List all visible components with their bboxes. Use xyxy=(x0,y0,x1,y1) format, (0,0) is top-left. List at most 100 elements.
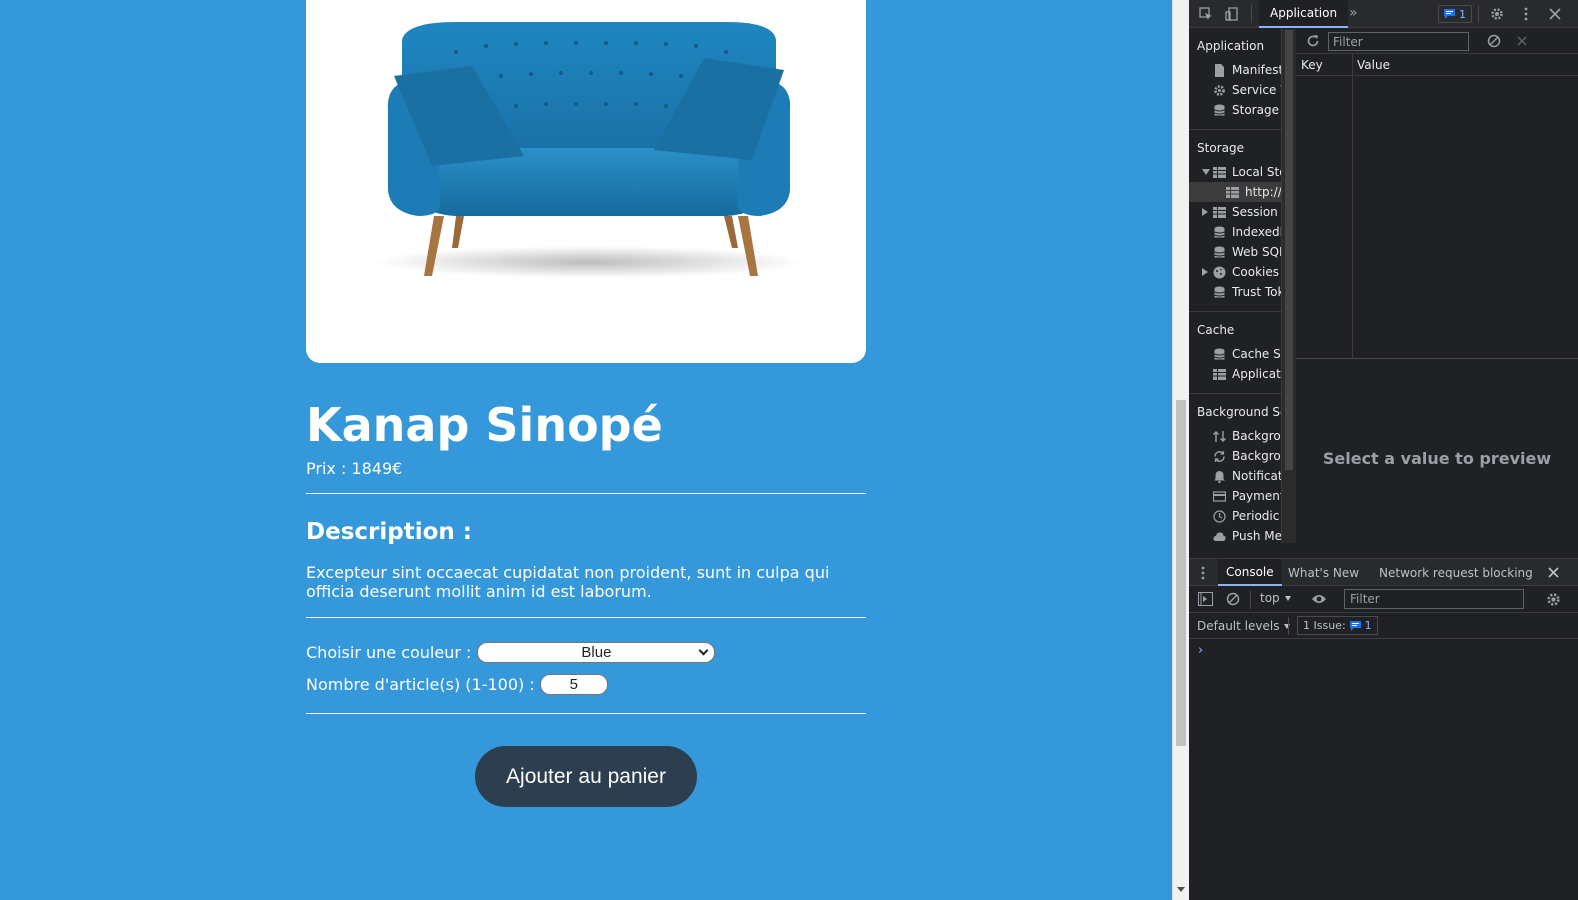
gear-icon[interactable] xyxy=(1546,592,1561,607)
sidebar-item-label: Background Sync xyxy=(1232,449,1281,463)
console-prompt[interactable]: › xyxy=(1198,643,1203,658)
filter-placeholder: Filter xyxy=(1350,592,1380,606)
console-filter-input[interactable]: Filter xyxy=(1344,589,1524,609)
database-icon xyxy=(1214,226,1225,237)
preview-placeholder: Select a value to preview xyxy=(1322,449,1552,468)
sidebar-item-label: Background Fetch xyxy=(1232,429,1281,443)
devtools-panel: Application » 1 Application Manifest Ser… xyxy=(1189,0,1578,900)
drawer-menu-icon[interactable] xyxy=(1201,566,1205,580)
color-select[interactable]: Blue xyxy=(477,642,716,663)
delete-selected-icon[interactable] xyxy=(1516,35,1528,47)
sidebar-item-local-storage[interactable]: Local Storage xyxy=(1213,162,1281,182)
description-text: Excepteur sint occaecat cupidatat non pr… xyxy=(306,563,830,601)
color-option-row: Choisir une couleur : Blue xyxy=(306,642,716,663)
sidebar-item-background-sync[interactable]: Background Sync xyxy=(1213,446,1281,466)
gear-icon[interactable] xyxy=(1490,7,1504,21)
sidebar-divider xyxy=(1189,129,1281,130)
sidebar-item-local-storage-origin[interactable]: http://127.0.0.1 xyxy=(1189,182,1281,202)
page-scrollbar[interactable] xyxy=(1172,0,1189,900)
clear-console-icon[interactable] xyxy=(1226,592,1240,606)
description-title: Description : xyxy=(306,519,472,545)
inspect-element-icon[interactable] xyxy=(1199,7,1213,21)
sidebar-item-cache-storage[interactable]: Cache Storage xyxy=(1213,344,1281,364)
sidebar-item-push-messaging[interactable]: Push Messaging xyxy=(1213,526,1282,543)
close-drawer-icon[interactable] xyxy=(1548,567,1559,578)
application-sidebar: Application Manifest Service Workers Sto… xyxy=(1189,29,1282,543)
tab-application[interactable]: Application xyxy=(1259,0,1349,28)
context-selector[interactable]: top xyxy=(1260,591,1291,605)
sidebar-item-indexeddb[interactable]: IndexedDB xyxy=(1213,222,1281,242)
issues-badge[interactable]: 1 xyxy=(1438,5,1472,23)
color-select-value: Blue xyxy=(581,644,612,661)
tab-whats-new[interactable]: What's New xyxy=(1288,559,1359,586)
sidebar-toggle-icon[interactable] xyxy=(1198,592,1213,606)
sidebar-item-label: Application Cache xyxy=(1232,367,1281,381)
sidebar-item-manifest[interactable]: Manifest xyxy=(1213,60,1281,80)
sidebar-item-application-cache[interactable]: Application Cache xyxy=(1213,364,1281,384)
collapse-arrow-icon[interactable] xyxy=(1202,208,1208,216)
more-tabs-icon[interactable]: » xyxy=(1349,5,1358,21)
tab-network-request-blocking[interactable]: Network request blocking xyxy=(1379,559,1533,586)
sidebar-item-label: Cache Storage xyxy=(1232,347,1281,361)
log-levels-dropdown[interactable]: Default levels xyxy=(1197,619,1291,633)
sidebar-item-label: Payment Handler xyxy=(1232,489,1282,503)
price-value: 1849 xyxy=(351,459,393,478)
issues-label: 1 Issue: xyxy=(1303,619,1346,632)
sidebar-item-web-sql[interactable]: Web SQL xyxy=(1213,242,1281,262)
sidebar-item-cookies[interactable]: Cookies xyxy=(1213,262,1281,282)
clock-icon xyxy=(1213,509,1226,523)
refresh-icon[interactable] xyxy=(1306,34,1320,48)
sidebar-item-payment-handler[interactable]: Payment Handler xyxy=(1213,486,1282,506)
clear-all-icon[interactable] xyxy=(1487,34,1501,48)
devtools-toolbar: Application » 1 xyxy=(1189,0,1578,28)
sidebar-item-label: Session Storage xyxy=(1232,205,1281,219)
sidebar-item-periodic-background-sync[interactable]: Periodic Background Sync xyxy=(1213,506,1281,526)
sidebar-item-label: IndexedDB xyxy=(1232,225,1281,239)
device-toolbar-icon[interactable] xyxy=(1225,7,1239,21)
toolbar-separator xyxy=(1478,5,1479,23)
sidebar-divider xyxy=(1189,393,1281,394)
sidebar-item-label: Push Messaging xyxy=(1232,529,1282,543)
product-title: Kanap Sinopé xyxy=(306,398,663,452)
column-key[interactable]: Key xyxy=(1296,54,1352,76)
divider xyxy=(306,617,866,618)
sidebar-section-background-services: Background Services xyxy=(1197,405,1281,419)
quantity-input[interactable]: 5 xyxy=(539,674,608,695)
sidebar-item-session-storage[interactable]: Session Storage xyxy=(1213,202,1281,222)
storage-filter-input[interactable]: Filter xyxy=(1328,32,1469,51)
add-to-cart-button[interactable]: Ajouter au panier xyxy=(475,746,697,807)
table-preview-divider[interactable] xyxy=(1296,358,1578,359)
sidebar-item-notifications[interactable]: Notifications xyxy=(1213,466,1281,486)
product-image xyxy=(306,0,866,363)
sidebar-scrollbar[interactable] xyxy=(1282,29,1296,543)
tab-console[interactable]: Console xyxy=(1218,559,1282,586)
scroll-down-arrow-icon[interactable] xyxy=(1177,887,1185,892)
sidebar-section-cache: Cache xyxy=(1197,323,1235,337)
sidebar-item-label: Cookies xyxy=(1232,265,1279,279)
collapse-arrow-icon[interactable] xyxy=(1202,268,1208,276)
column-value[interactable]: Value xyxy=(1352,54,1578,76)
database-icon xyxy=(1214,286,1225,297)
scrollbar-thumb[interactable] xyxy=(1176,400,1186,746)
divider xyxy=(306,713,866,714)
console-levels-bar: Default levels 1 Issue: 1 xyxy=(1189,613,1578,639)
database-icon xyxy=(1214,246,1225,257)
expand-arrow-icon[interactable] xyxy=(1202,169,1210,175)
sidebar-item-storage[interactable]: Storage xyxy=(1213,100,1281,120)
product-page: Kanap Sinopé Prix : 1849€ Description : … xyxy=(0,0,1172,900)
eye-icon[interactable] xyxy=(1311,593,1327,605)
product-price: Prix : 1849€ xyxy=(306,459,402,478)
log-levels-label: Default levels xyxy=(1197,619,1280,633)
sidebar-item-service-workers[interactable]: Service Workers xyxy=(1213,80,1281,100)
sidebar-item-background-fetch[interactable]: Background Fetch xyxy=(1213,426,1281,446)
database-icon xyxy=(1214,104,1225,115)
scrollbar-thumb[interactable] xyxy=(1285,30,1293,470)
quantity-label: Nombre d'article(s) (1-100) : xyxy=(306,675,535,694)
cloud-icon xyxy=(1213,532,1226,541)
close-icon[interactable] xyxy=(1548,7,1562,21)
sidebar-item-trust-tokens[interactable]: Trust Tokens xyxy=(1213,282,1281,302)
console-issues-button[interactable]: 1 Issue: 1 xyxy=(1297,616,1378,635)
credit-card-icon xyxy=(1213,490,1226,502)
table-grid-icon xyxy=(1226,186,1239,198)
kebab-menu-icon[interactable] xyxy=(1519,7,1533,21)
